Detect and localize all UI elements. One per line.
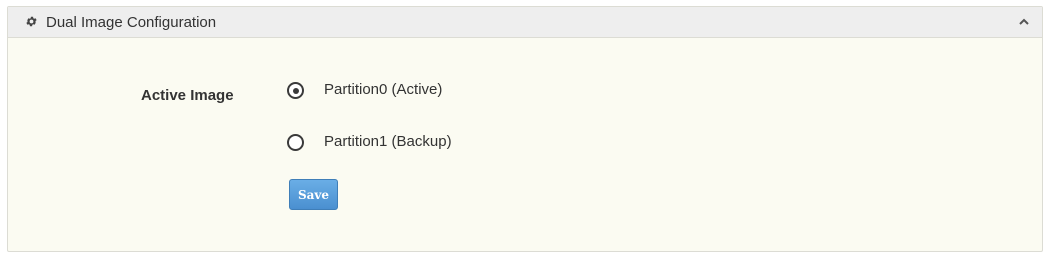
gear-icon — [26, 16, 37, 27]
panel-title: Dual Image Configuration — [46, 14, 217, 31]
save-button[interactable]: Save — [289, 179, 338, 210]
partition1-radio[interactable] — [287, 134, 304, 151]
radio-selected-dot — [292, 87, 299, 94]
partition1-label: Partition1 (Backup) — [324, 133, 452, 150]
partition0-radio[interactable] — [287, 82, 304, 99]
active-image-label: Active Image — [141, 87, 234, 104]
chevron-up-icon[interactable] — [1016, 14, 1032, 30]
panel-header: Dual Image Configuration — [8, 7, 1042, 38]
dual-image-panel: Dual Image Configuration Active Image Pa… — [7, 6, 1043, 252]
partition0-label: Partition0 (Active) — [324, 81, 443, 98]
